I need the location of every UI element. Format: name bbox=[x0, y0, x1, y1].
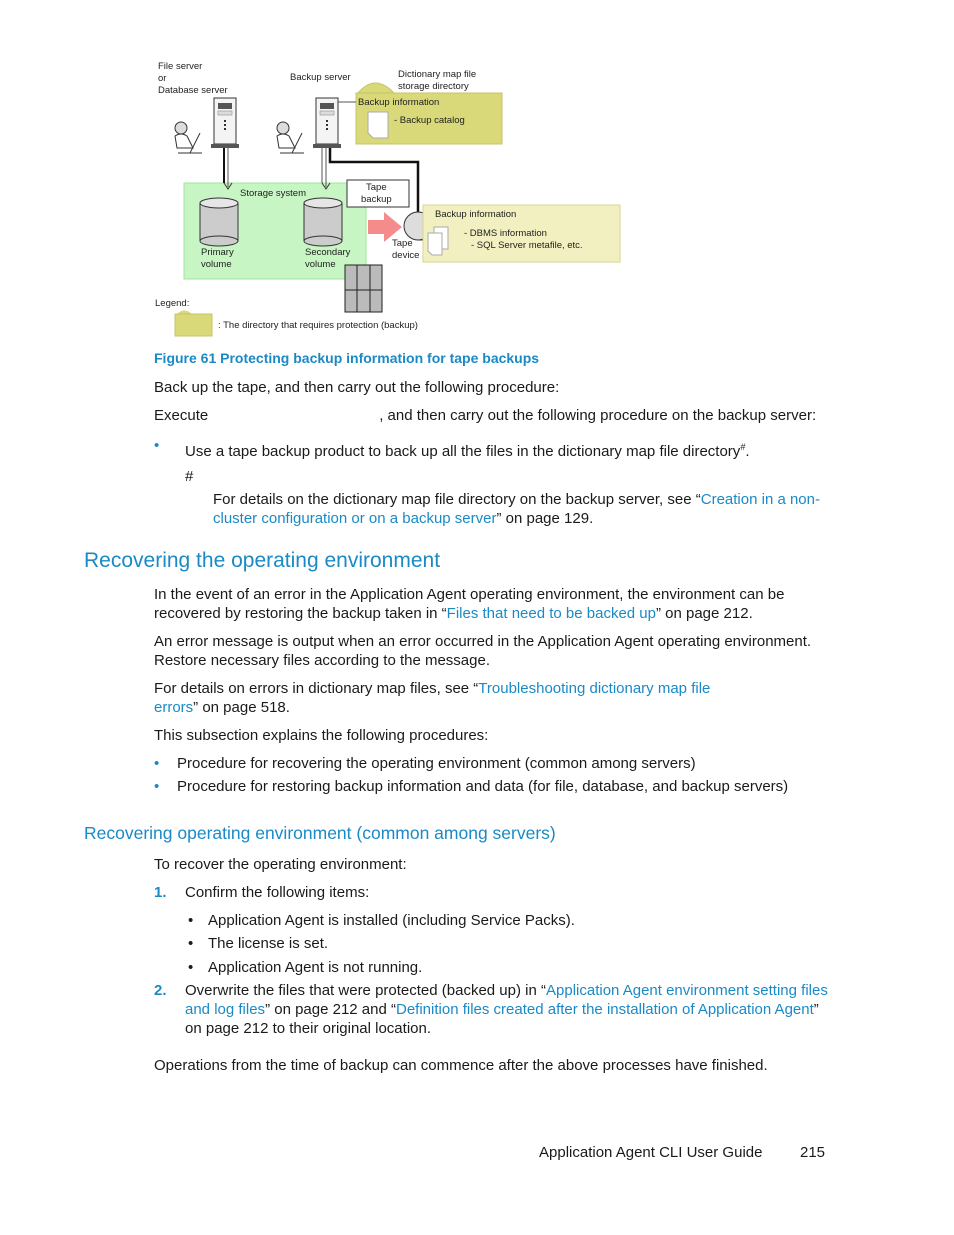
file-server-icon bbox=[211, 97, 239, 148]
backup-server-icon bbox=[313, 97, 341, 148]
bullet-icon: • bbox=[154, 437, 160, 454]
section-heading: Recovering the operating environment bbox=[84, 549, 441, 572]
link-files-backed-up[interactable]: Files that need to be backed up bbox=[447, 605, 656, 622]
paragraph: This subsection explains the following p… bbox=[154, 727, 489, 744]
list-item: Procedure for recovering the operating e… bbox=[177, 755, 696, 772]
backup-catalog-label: - Backup catalog bbox=[394, 115, 465, 126]
dbms-info-label: - DBMS information bbox=[464, 228, 547, 239]
step-text: Confirm the following items: bbox=[185, 884, 370, 901]
storage-system-label: Storage system bbox=[240, 188, 306, 199]
tape-backup-label-1: Tape bbox=[366, 182, 387, 193]
figure-caption: Figure 61 Protecting backup information … bbox=[154, 350, 540, 366]
dict-dir-label-1: Dictionary map file bbox=[398, 69, 476, 80]
paragraph: To recover the operating environment: bbox=[154, 856, 407, 873]
legend-description: : The directory that requires protection… bbox=[218, 320, 418, 331]
secondary-label-1: Secondary bbox=[305, 247, 351, 258]
bullet-item: • bbox=[154, 436, 159, 455]
storage-rack-icon bbox=[344, 264, 383, 313]
primary-label-1: Primary bbox=[201, 247, 234, 258]
footnote-mark: # bbox=[185, 468, 194, 485]
paragraph: Operations from the time of backup can c… bbox=[154, 1057, 768, 1074]
paragraph: Back up the tape, and then carry out the… bbox=[154, 379, 560, 396]
list-item: Application Agent is not running. bbox=[208, 959, 423, 976]
subsection-heading: Recovering operating environment (common… bbox=[84, 823, 556, 843]
bullet-text: Use a tape backup product to back up all… bbox=[185, 442, 750, 460]
tape-backup-label-2: backup bbox=[361, 194, 392, 205]
legend-label: Legend: bbox=[155, 298, 189, 309]
step-text: Overwrite the files that were protected … bbox=[185, 982, 828, 1037]
legend-folder-tab bbox=[177, 310, 192, 314]
document-icon bbox=[367, 111, 389, 139]
sql-metafile-label: - SQL Server metafile, etc. bbox=[471, 240, 583, 251]
secondary-label-2: volume bbox=[305, 259, 336, 270]
page-number: 215 bbox=[800, 1144, 826, 1161]
text: Execute bbox=[154, 407, 209, 424]
list-item: The license is set. bbox=[208, 935, 329, 952]
dict-dir-label-2: storage directory bbox=[398, 81, 469, 92]
user-icon bbox=[174, 121, 202, 154]
footer-title: Application Agent CLI User Guide bbox=[539, 1144, 763, 1161]
tape-device-label-1: Tape bbox=[392, 238, 413, 249]
text: , and then carry out the following proce… bbox=[379, 407, 817, 424]
bullet-icon: • bbox=[188, 935, 194, 952]
bullet-icon: • bbox=[188, 959, 194, 976]
primary-volume-icon bbox=[199, 197, 239, 247]
file-server-label-3: Database server bbox=[158, 85, 228, 96]
tape-device-label-2: device bbox=[392, 250, 419, 261]
step-number: 2. bbox=[154, 982, 167, 999]
paragraph: An error message is output when an error… bbox=[154, 633, 812, 669]
legend-folder-icon bbox=[174, 313, 213, 337]
paragraph: Execute , and then carry out the followin… bbox=[154, 406, 834, 425]
file-server-label-1: File server bbox=[158, 61, 202, 72]
primary-label-2: volume bbox=[201, 259, 232, 270]
document-icon bbox=[427, 232, 443, 256]
backup-info-top-label: Backup information bbox=[358, 97, 439, 108]
list-item: Application Agent is installed (includin… bbox=[208, 912, 575, 929]
link-definition-files[interactable]: Definition files created after the insta… bbox=[396, 1001, 814, 1018]
user-icon bbox=[276, 121, 304, 154]
secondary-volume-icon bbox=[303, 197, 343, 247]
backup-info-bottom-label: Backup information bbox=[435, 209, 516, 220]
paragraph: For details on errors in dictionary map … bbox=[154, 680, 711, 716]
bullet-icon: • bbox=[188, 912, 194, 929]
backup-server-label: Backup server bbox=[290, 72, 351, 83]
bullet-icon: • bbox=[154, 755, 160, 772]
footnote-text: For details on the dictionary map file d… bbox=[213, 491, 820, 527]
folder-tab-shape bbox=[356, 82, 396, 94]
paragraph: In the event of an error in the Applicat… bbox=[154, 586, 785, 622]
bullet-icon: • bbox=[154, 778, 160, 795]
list-item: Procedure for restoring backup informati… bbox=[177, 778, 789, 795]
file-server-label-2: or bbox=[158, 73, 166, 84]
figure-diagram: Storage system File server or Database s… bbox=[150, 55, 630, 345]
step-number: 1. bbox=[154, 884, 167, 901]
